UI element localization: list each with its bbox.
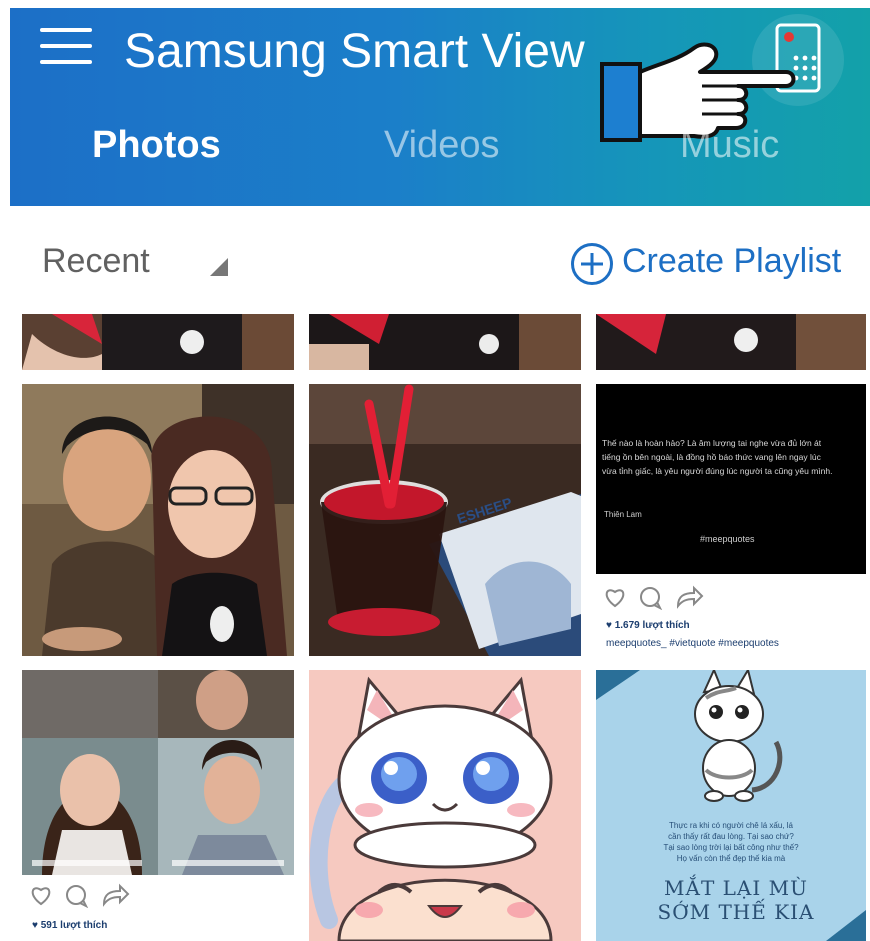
comment-icon[interactable] bbox=[66, 885, 89, 908]
chi-quote-text: Thực ra khi có người chê lá xấu, lá cần … bbox=[616, 820, 846, 864]
chi-quote-line: Họ vấn còn thể đẹp thế kia mà bbox=[676, 854, 786, 863]
dropdown-triangle-icon[interactable] bbox=[210, 258, 228, 276]
tab-photos[interactable]: Photos bbox=[92, 120, 221, 170]
app-header: Samsung Smart View Photos Videos Music bbox=[10, 8, 870, 206]
chi-quote-line: Thực ra khi có người chê lá xấu, lá bbox=[668, 821, 793, 830]
comment-icon[interactable] bbox=[640, 587, 663, 610]
quote-image: Thế nào là hoàn hảo? Là âm lượng tai ngh… bbox=[596, 384, 866, 574]
photo-thumbnail[interactable] bbox=[22, 384, 294, 656]
quote-hashtag: #meepquotes bbox=[700, 534, 755, 544]
like-count: ♥ 591 lượt thích bbox=[32, 920, 108, 931]
photo-thumbnail[interactable] bbox=[596, 314, 866, 370]
drama-post[interactable]: ♥ 591 lượt thích bbox=[22, 670, 294, 941]
gallery-toolbar: Recent Create Playlist bbox=[0, 206, 870, 312]
photo-thumbnail[interactable]: Thực ra khi có người chê lá xấu, lá cần … bbox=[596, 670, 866, 941]
quote-author: Thiên Lam bbox=[604, 510, 642, 519]
tab-music[interactable]: Music bbox=[680, 120, 779, 170]
add-circle-icon[interactable] bbox=[570, 242, 614, 286]
quote-line: tiếng ồn bên ngoài, là đồng hồ báo thức … bbox=[602, 452, 821, 462]
create-playlist-button[interactable]: Create Playlist bbox=[622, 242, 841, 281]
photo-grid: ESHEEP Thế nào là hoàn hảo? Là âm lượng … bbox=[0, 312, 870, 941]
menu-icon[interactable] bbox=[40, 28, 92, 66]
share-icon[interactable] bbox=[676, 585, 704, 609]
post-caption: meepquotes_ #vietquote #meepquotes bbox=[606, 638, 779, 649]
chi-handwriting: MẮT LẠI MÙ SỚM THẾ KIA bbox=[636, 876, 836, 924]
post-actions bbox=[605, 585, 704, 610]
photo-thumbnail[interactable] bbox=[309, 314, 581, 370]
chi-quote-line: cần thấy rất đau lòng. Tại sao chứ? bbox=[668, 832, 794, 841]
like-count: ♥ 1.679 lượt thích bbox=[606, 620, 690, 631]
tab-videos[interactable]: Videos bbox=[384, 120, 500, 170]
photo-thumbnail[interactable]: ESHEEP bbox=[309, 384, 581, 656]
photo-thumbnail[interactable] bbox=[309, 670, 581, 941]
post-actions bbox=[31, 883, 130, 908]
heart-icon[interactable] bbox=[31, 887, 51, 906]
photo-thumbnail[interactable] bbox=[22, 314, 294, 370]
app-title: Samsung Smart View bbox=[124, 25, 585, 78]
sort-dropdown-label[interactable]: Recent bbox=[42, 242, 150, 281]
quote-text: Thế nào là hoàn hảo? Là âm lượng tai ngh… bbox=[602, 436, 864, 478]
quote-line: vừa tỉnh giấc, là yêu người đúng lúc ngư… bbox=[602, 466, 833, 476]
handwriting-line: MẮT LẠI MÙ bbox=[664, 876, 808, 900]
share-icon[interactable] bbox=[102, 883, 130, 907]
heart-icon[interactable] bbox=[605, 589, 625, 608]
quote-line: Thế nào là hoàn hảo? Là âm lượng tai ngh… bbox=[602, 438, 822, 448]
handwriting-line: SỚM THẾ KIA bbox=[657, 900, 815, 924]
chi-quote-line: Tại sao lòng trời lại bất công như thế? bbox=[663, 843, 799, 852]
drama-collage-image bbox=[22, 670, 294, 875]
quote-post[interactable]: Thế nào là hoàn hảo? Là âm lượng tai ngh… bbox=[596, 384, 866, 656]
